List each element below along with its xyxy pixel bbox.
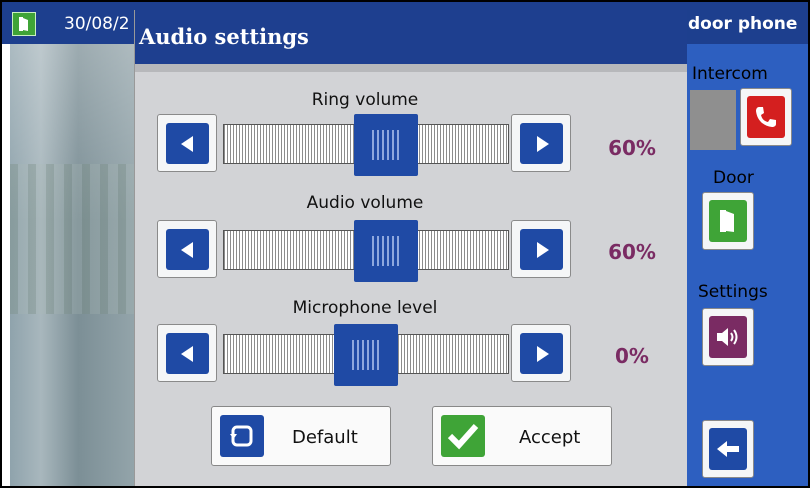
- arrow-right-icon: [520, 229, 563, 270]
- door-status-icon: [12, 12, 36, 36]
- settings-label: Settings: [698, 282, 768, 302]
- header-divider: [135, 64, 687, 72]
- microphone-level-label: Microphone level: [292, 298, 438, 318]
- arrow-right-icon: [520, 123, 563, 164]
- audio-settings-dialog: Audio settings Ring volume 60% Audio vol…: [134, 10, 687, 486]
- speaker-icon: [709, 316, 747, 358]
- ring-volume-slider-thumb[interactable]: [354, 114, 418, 176]
- microphone-level-decrease-button[interactable]: [157, 324, 217, 382]
- microphone-level-increase-button[interactable]: [511, 324, 571, 382]
- microphone-level-value: 0%: [615, 344, 649, 368]
- dialog-title: Audio settings: [139, 24, 309, 49]
- audio-volume-label: Audio volume: [306, 193, 424, 213]
- date-label: 30/08/2: [64, 14, 130, 34]
- arrow-left-icon: [166, 123, 209, 164]
- reset-icon: [220, 415, 264, 457]
- arrow-left-icon: [166, 229, 209, 270]
- default-label: Default: [292, 427, 358, 448]
- checkmark-icon: [441, 415, 485, 457]
- camera-view: [10, 44, 134, 486]
- audio-volume-increase-button[interactable]: [511, 220, 571, 278]
- default-button[interactable]: Default: [211, 406, 391, 466]
- ring-volume-label: Ring volume: [311, 90, 419, 110]
- accept-button[interactable]: Accept: [432, 406, 612, 466]
- accept-label: Accept: [519, 427, 581, 448]
- microphone-level-slider-thumb[interactable]: [334, 324, 398, 386]
- audio-volume-slider-thumb[interactable]: [354, 220, 418, 282]
- audio-volume-decrease-button[interactable]: [157, 220, 217, 278]
- settings-audio-button[interactable]: [702, 308, 754, 366]
- audio-volume-value: 60%: [608, 240, 656, 264]
- phone-icon: [747, 96, 785, 138]
- device-title: door phone: [688, 14, 798, 34]
- back-button[interactable]: [702, 420, 754, 478]
- screen: 30/08/2 door phone Intercom Door Setting…: [0, 0, 810, 488]
- intercom-status: [690, 90, 736, 150]
- ring-volume-decrease-button[interactable]: [157, 114, 217, 172]
- arrow-left-icon: [166, 333, 209, 374]
- dialog-header: Audio settings: [135, 10, 687, 64]
- door-label: Door: [713, 168, 754, 188]
- ring-volume-increase-button[interactable]: [511, 114, 571, 172]
- ring-volume-value: 60%: [608, 136, 656, 160]
- door-icon: [709, 200, 747, 242]
- back-arrow-icon: [709, 428, 747, 470]
- door-open-button[interactable]: [702, 192, 754, 250]
- intercom-label: Intercom: [692, 64, 768, 84]
- arrow-right-icon: [520, 333, 563, 374]
- intercom-call-button[interactable]: [740, 88, 792, 146]
